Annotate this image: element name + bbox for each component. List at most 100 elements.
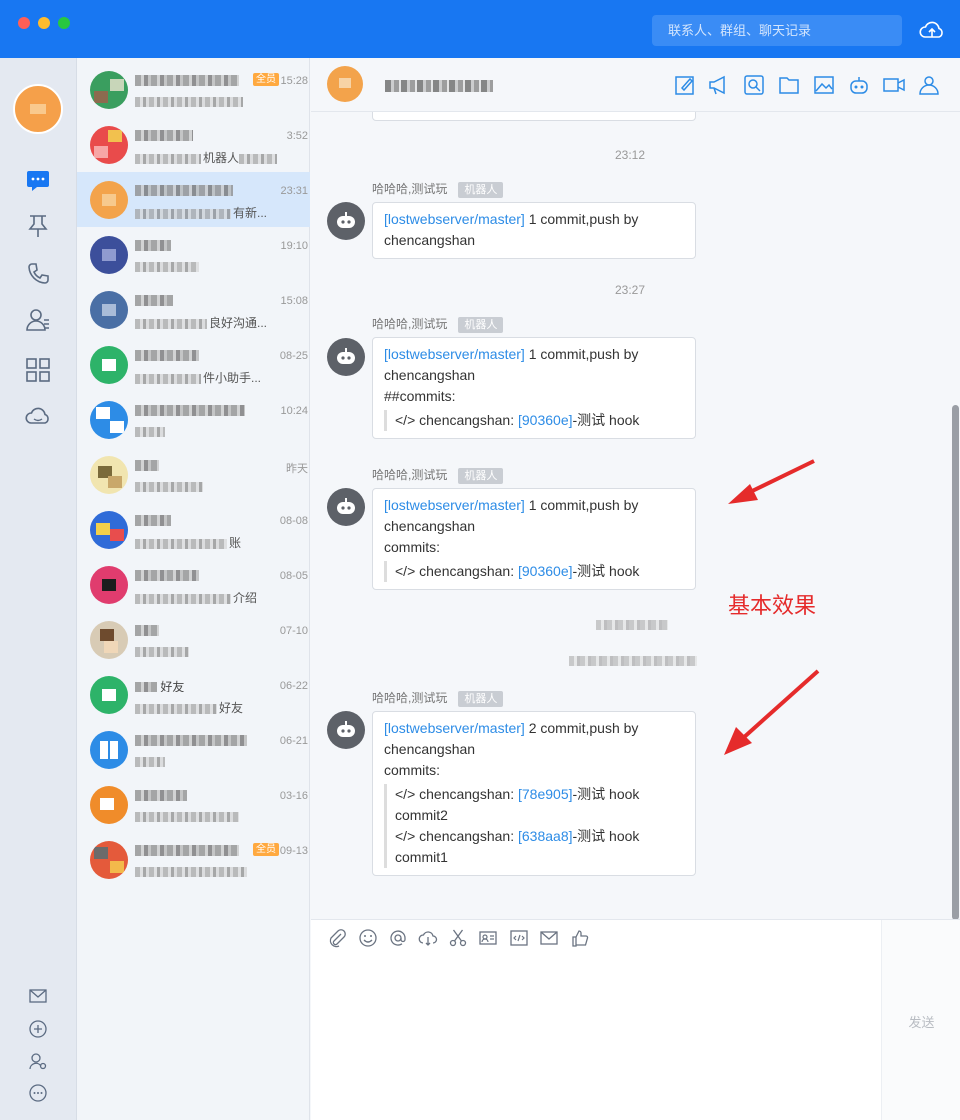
image-icon[interactable] [812, 73, 836, 97]
conversation-item[interactable]: 全员 09-13 [77, 832, 310, 887]
conversation-item[interactable]: 全员 15:28 [77, 62, 310, 117]
phone-icon[interactable] [24, 260, 52, 288]
conversation-preview [135, 424, 285, 438]
message-list[interactable]: 23:12 哈哈哈,测试玩 机器人 [lostwebserver/master] … [311, 112, 960, 919]
commit-quote: </> chencangshan: [78e905]-测试 hook commi… [384, 784, 684, 868]
add-icon[interactable] [28, 1019, 48, 1039]
conversation-name: 好友 [135, 678, 247, 692]
search-history-icon[interactable] [742, 73, 766, 97]
members-icon[interactable] [917, 73, 941, 97]
commit-quote: </> chencangshan: [90360e]-测试 hook [384, 410, 684, 431]
scissors-icon[interactable] [448, 928, 468, 948]
conversation-item[interactable]: 08-05 介绍 [77, 557, 310, 612]
conversation-preview [135, 644, 285, 658]
conversation-item[interactable]: 03-16 [77, 777, 310, 832]
repo-link[interactable]: [lostwebserver/master] [384, 211, 525, 227]
conversation-avatar [90, 731, 128, 769]
message-bubble[interactable]: [lostwebserver/master] 1 commit,push by … [372, 337, 696, 439]
conversation-avatar [90, 621, 128, 659]
announcement-edit-icon[interactable] [673, 73, 697, 97]
user-settings-icon[interactable] [28, 1051, 48, 1071]
megaphone-icon[interactable] [707, 73, 731, 97]
commit-quote: </> chencangshan: [90360e]-测试 hook [384, 561, 684, 582]
mail-icon[interactable] [28, 986, 48, 1006]
conversation-item[interactable]: 10:24 [77, 392, 310, 447]
close-window-button[interactable] [18, 17, 30, 29]
conversation-avatar [90, 71, 128, 109]
conversation-item[interactable]: 19:10 [77, 227, 310, 282]
email-icon[interactable] [539, 928, 559, 948]
title-bar: 联系人、群组、聊天记录 [0, 0, 960, 58]
conversation-preview: 介绍 [135, 589, 285, 606]
message-bubble[interactable]: [lostwebserver/master] 1 commit,push by … [372, 488, 696, 590]
robot-avatar[interactable] [327, 711, 365, 749]
conversation-time: 09-13 [279, 845, 308, 857]
contacts-icon[interactable] [24, 306, 52, 334]
folder-icon[interactable] [777, 73, 801, 97]
annotation-arrow [728, 459, 815, 504]
cloud-download-icon[interactable] [418, 928, 438, 948]
cloud-upload-icon[interactable] [918, 16, 946, 44]
group-avatar[interactable] [327, 66, 363, 102]
message-scrollbar[interactable] [952, 405, 959, 920]
conversation-avatar [90, 401, 128, 439]
conversation-avatar [90, 291, 128, 329]
message-bubble[interactable]: [lostwebserver/master] 2 commit,push by … [372, 711, 696, 876]
repo-link[interactable]: [lostwebserver/master] [384, 346, 525, 362]
annotation-label: 基本效果 [728, 594, 817, 619]
pin-icon[interactable] [24, 212, 52, 240]
conversation-item[interactable]: 15:08 良好沟通... [77, 282, 310, 337]
conversation-preview [135, 94, 285, 108]
conversation-item[interactable]: 06-21 [77, 722, 310, 777]
emoji-icon[interactable] [358, 928, 378, 948]
robot-avatar[interactable] [327, 202, 365, 240]
commit-hash-link[interactable]: [90360e] [518, 563, 573, 579]
messages-icon[interactable] [24, 166, 52, 194]
conversation-item[interactable]: 07-10 [77, 612, 310, 667]
repo-link[interactable]: [lostwebserver/master] [384, 720, 525, 736]
robot-avatar[interactable] [327, 488, 365, 526]
previous-message-bubble [372, 112, 696, 121]
conversation-name [135, 73, 247, 87]
conversation-item-active[interactable]: 23:31 有新... [77, 172, 310, 227]
conversation-item[interactable]: 3:52 机器人 [77, 117, 310, 172]
repo-link[interactable]: [lostwebserver/master] [384, 497, 525, 513]
cloud-icon[interactable] [24, 402, 52, 430]
message-bubble[interactable]: [lostwebserver/master] 1 commit,push by … [372, 202, 696, 259]
robot-avatar[interactable] [327, 338, 365, 376]
conversation-preview [135, 864, 285, 878]
conversation-time: 3:52 [286, 130, 308, 142]
commit-hash-link[interactable]: [90360e] [518, 412, 573, 428]
conversation-item[interactable]: 昨天 [77, 447, 310, 502]
apps-grid-icon[interactable] [24, 356, 52, 384]
conversation-item[interactable]: 08-25 件小助手... [77, 337, 310, 392]
conversation-avatar [90, 236, 128, 274]
video-call-icon[interactable] [882, 73, 906, 97]
mention-icon[interactable] [388, 928, 408, 948]
minimize-window-button[interactable] [38, 17, 50, 29]
all-members-badge: 全员 [253, 73, 279, 86]
blurred-system-text [569, 656, 697, 666]
global-search-input[interactable]: 联系人、群组、聊天记录 [652, 15, 902, 46]
attachment-icon[interactable] [327, 928, 347, 948]
conversation-item[interactable]: 08-08 账 [77, 502, 310, 557]
contact-card-icon[interactable] [478, 928, 498, 948]
commit-hash-link[interactable]: [78e905] [518, 786, 573, 802]
conversation-item[interactable]: 好友 06-22 好友 [77, 667, 310, 722]
commit-hash-link[interactable]: [638aa8] [518, 828, 573, 844]
conversation-preview: 件小助手... [135, 369, 285, 386]
conversation-avatar [90, 126, 128, 164]
annotation-arrow [724, 669, 820, 755]
message-timestamp: 23:27 [615, 283, 646, 297]
code-block-icon[interactable] [509, 928, 529, 948]
thumbs-up-icon[interactable] [570, 928, 590, 948]
my-avatar[interactable] [13, 84, 63, 134]
message-composer[interactable]: 发送 [311, 919, 960, 1120]
send-button[interactable]: 发送 [882, 1012, 960, 1031]
more-icon[interactable] [28, 1083, 48, 1103]
maximize-window-button[interactable] [58, 17, 70, 29]
conversation-avatar [90, 456, 128, 494]
conversation-time: 昨天 [286, 463, 308, 475]
robot-icon[interactable] [847, 73, 871, 97]
conversation-avatar [90, 676, 128, 714]
